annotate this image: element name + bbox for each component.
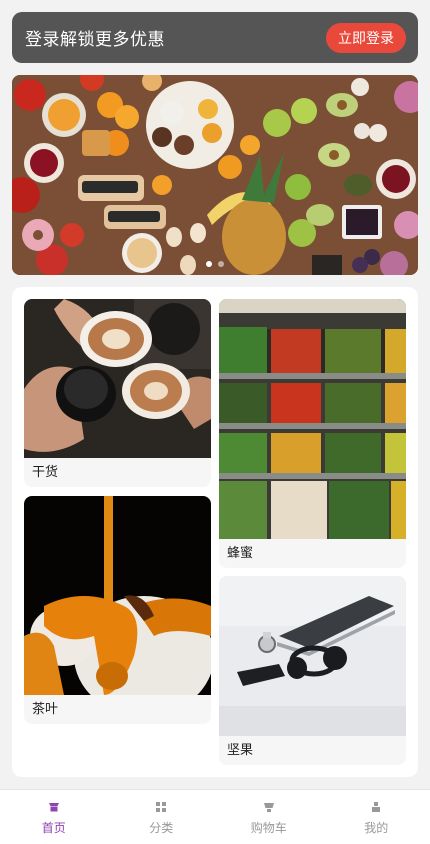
- nuts-image: [219, 576, 406, 736]
- category-label: 坚果: [227, 743, 254, 758]
- category-card-nuts[interactable]: 坚果: [219, 576, 406, 765]
- category-label: 蜂蜜: [227, 546, 254, 561]
- honey-image: [219, 299, 406, 539]
- user-icon: [372, 802, 381, 812]
- tab-label-home: 首页: [41, 821, 66, 835]
- cart-icon: [263, 803, 274, 812]
- login-banner: 登录解锁更多优惠 立即登录: [12, 12, 418, 63]
- tab-category[interactable]: 分类: [108, 790, 216, 844]
- category-label: 干货: [32, 465, 59, 480]
- category-card-dry-goods[interactable]: 干货: [24, 299, 211, 487]
- banner-dot-active[interactable]: [206, 261, 212, 267]
- banner-image: [12, 75, 418, 275]
- login-prompt-text: 登录解锁更多优惠: [25, 30, 165, 50]
- tab-cart[interactable]: 购物车: [215, 790, 323, 844]
- banner-dot[interactable]: [218, 261, 224, 267]
- category-grid: 干货 蜂蜜 茶叶 坚果: [12, 287, 418, 777]
- home-icon: [48, 803, 59, 812]
- home-page: 登录解锁更多优惠 立即登录 干货 蜂蜜 茶叶 坚果 首页 分类 购物车 我的: [0, 0, 430, 844]
- tab-home[interactable]: 首页: [0, 790, 108, 844]
- category-card-honey[interactable]: 蜂蜜: [219, 299, 406, 568]
- tab-label-cart: 购物车: [250, 821, 287, 835]
- login-button[interactable]: 立即登录: [326, 22, 406, 53]
- bottom-tab-bar: 首页 分类 购物车 我的: [0, 789, 430, 844]
- tea-image: [24, 496, 211, 695]
- dry-goods-image: [24, 299, 211, 458]
- tab-label-category: 分类: [149, 821, 174, 835]
- tab-label-profile: 我的: [364, 821, 389, 835]
- hero-banner[interactable]: [12, 75, 418, 275]
- tab-profile[interactable]: 我的: [323, 790, 430, 844]
- category-label: 茶叶: [32, 702, 59, 717]
- banner-pagination: [12, 261, 418, 267]
- category-icon: [156, 802, 167, 812]
- category-card-tea[interactable]: 茶叶: [24, 496, 211, 724]
